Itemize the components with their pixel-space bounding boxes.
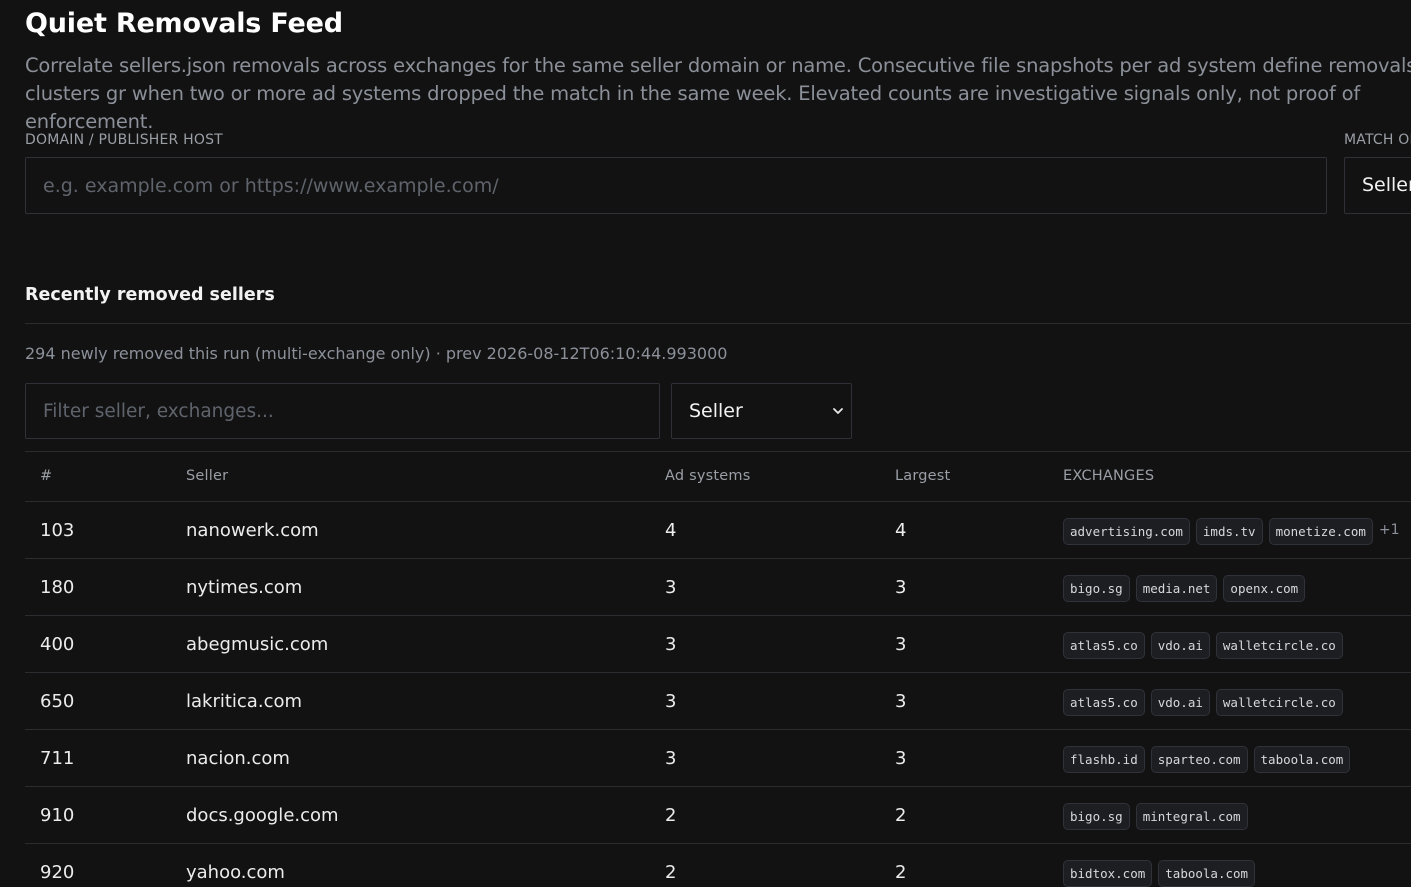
match-field-label: MATCH OI — [1344, 132, 1411, 148]
row-number: 920 — [40, 862, 75, 883]
row-number: 650 — [40, 691, 75, 712]
column-header-largest[interactable]: Largest — [895, 468, 950, 484]
largest-count: 3 — [895, 748, 907, 769]
column-header-ad-systems[interactable]: Ad systems — [665, 468, 750, 484]
table-body: 103 nanowerk.com 4 4 advertising.com imds.tv m… — [25, 502, 1411, 887]
column-header-exchanges[interactable]: EXCHANGES — [1063, 468, 1154, 484]
page: Quiet Removals Feed Correlate sellers.js… — [0, 0, 1411, 887]
seller-name: docs.google.com — [186, 805, 339, 826]
domain-field-label: DOMAIN / PUBLISHER HOST — [25, 132, 223, 148]
exchange-chip: walletcircle.co — [1215, 689, 1343, 716]
table-row[interactable]: 103 nanowerk.com 4 4 advertising.com imds.tv m… — [25, 502, 1411, 559]
exchange-chip: atlas5.co — [1063, 689, 1145, 716]
exchange-chip: bigo.sg — [1063, 803, 1130, 830]
match-select[interactable]: Seller — [1344, 157, 1411, 214]
seller-name: yahoo.com — [186, 862, 285, 883]
ad-systems-count: 4 — [665, 520, 677, 541]
row-number: 180 — [40, 577, 75, 598]
sort-select[interactable]: Seller — [671, 383, 852, 439]
page-title: Quiet Removals Feed — [25, 8, 343, 39]
exchange-chip: walletcircle.co — [1215, 632, 1343, 659]
largest-count: 2 — [895, 862, 907, 883]
ad-systems-count: 3 — [665, 634, 677, 655]
row-number: 711 — [40, 748, 75, 769]
section-divider — [25, 323, 1411, 324]
seller-name: abegmusic.com — [186, 634, 329, 655]
exchange-chips: bidtox.com taboola.com — [1063, 860, 1256, 887]
exchange-chip: media.net — [1135, 575, 1218, 602]
ad-systems-count: 2 — [665, 805, 677, 826]
row-number: 400 — [40, 634, 75, 655]
seller-name: nytimes.com — [186, 577, 303, 598]
table-row[interactable]: 400 abegmusic.com 3 3 atlas5.co vdo.ai walletc… — [25, 616, 1411, 673]
exchange-chip: bigo.sg — [1063, 575, 1130, 602]
chevron-down-icon — [833, 408, 843, 414]
ad-systems-count: 3 — [665, 577, 677, 598]
exchange-chip: atlas5.co — [1063, 632, 1145, 659]
exchange-chip: imds.tv — [1195, 518, 1263, 545]
ad-systems-count: 3 — [665, 748, 677, 769]
exchange-chip: sparteo.com — [1150, 746, 1248, 773]
exchange-chip: taboola.com — [1253, 746, 1351, 773]
domain-input[interactable] — [25, 157, 1327, 214]
seller-name: nacion.com — [186, 748, 290, 769]
row-number: 103 — [40, 520, 75, 541]
exchange-chips: atlas5.co vdo.ai walletcircle.co — [1063, 689, 1343, 716]
table-row[interactable]: 180 nytimes.com 3 3 bigo.sg media.net openx.co… — [25, 559, 1411, 616]
section-title: Recently removed sellers — [25, 285, 275, 305]
exchange-chips: flashb.id sparteo.com taboola.com — [1063, 746, 1351, 773]
sort-select-value: Seller — [689, 400, 743, 422]
page-description: Correlate sellers.json removals across e… — [25, 54, 1411, 133]
seller-name: lakritica.com — [186, 691, 303, 712]
exchange-chip: openx.com — [1223, 575, 1306, 602]
table-header: # Seller Ad systems Largest EXCHANGES — [25, 451, 1411, 502]
removed-sellers-table: # Seller Ad systems Largest EXCHANGES 10… — [25, 451, 1411, 887]
ad-systems-count: 2 — [665, 862, 677, 883]
table-row[interactable]: 711 nacion.com 3 3 flashb.id sparteo.com taboo… — [25, 730, 1411, 787]
table-row[interactable]: 910 docs.google.com 2 2 bigo.sg mintegral.com — [25, 787, 1411, 844]
largest-count: 3 — [895, 634, 907, 655]
row-number: 910 — [40, 805, 75, 826]
exchange-chip: vdo.ai — [1150, 632, 1210, 659]
exchange-chips: bigo.sg media.net openx.com — [1063, 575, 1306, 602]
column-header-seller[interactable]: Seller — [186, 468, 228, 484]
exchange-chips: bigo.sg mintegral.com — [1063, 803, 1248, 830]
exchange-chip: bidtox.com — [1063, 860, 1153, 887]
exchange-chip: mintegral.com — [1135, 803, 1248, 830]
largest-count: 3 — [895, 577, 907, 598]
exchange-chips: atlas5.co vdo.ai walletcircle.co — [1063, 632, 1343, 659]
table-row[interactable]: 920 yahoo.com 2 2 bidtox.com taboola.com — [25, 844, 1411, 887]
run-summary: 294 newly removed this run (multi-exchan… — [25, 344, 728, 363]
largest-count: 4 — [895, 520, 907, 541]
column-header-number[interactable]: # — [40, 468, 52, 484]
exchange-chips: advertising.com imds.tv monetize.com +1 — [1063, 518, 1400, 545]
largest-count: 3 — [895, 691, 907, 712]
seller-name: nanowerk.com — [186, 520, 319, 541]
filter-input[interactable] — [25, 383, 660, 439]
largest-count: 2 — [895, 805, 907, 826]
ad-systems-count: 3 — [665, 691, 677, 712]
table-row[interactable]: 650 lakritica.com 3 3 atlas5.co vdo.ai walletc… — [25, 673, 1411, 730]
exchange-chip: monetize.com — [1268, 518, 1373, 545]
exchange-chip: advertising.com — [1063, 518, 1190, 545]
exchange-chip: taboola.com — [1158, 860, 1256, 887]
exchange-chip: vdo.ai — [1150, 689, 1210, 716]
exchange-chip: flashb.id — [1063, 746, 1145, 773]
more-exchanges-count: +1 — [1378, 522, 1400, 538]
